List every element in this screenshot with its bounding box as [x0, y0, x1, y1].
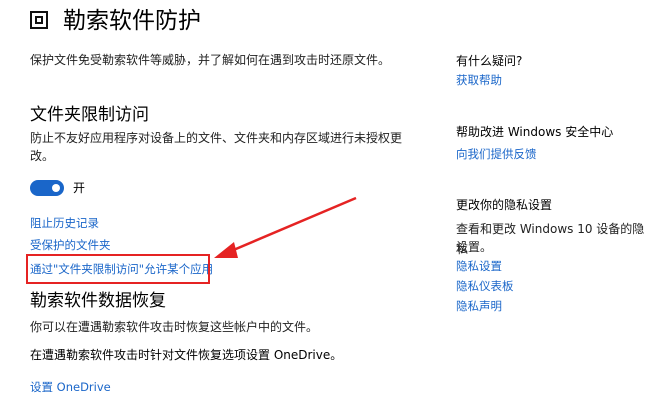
- ransomware-protection-icon: [30, 11, 48, 29]
- improve-section-title: 帮助改进 Windows 安全中心: [456, 125, 614, 139]
- privacy-text-line2: 设置。: [456, 240, 493, 254]
- cfa-heading: 文件夹限制访问: [30, 105, 149, 125]
- recovery-heading: 勒索软件数据恢复: [30, 291, 166, 311]
- give-feedback-link[interactable]: 向我们提供反馈: [456, 145, 537, 163]
- get-help-link[interactable]: 获取帮助: [456, 71, 502, 89]
- page-title: 勒索软件防护: [63, 8, 201, 34]
- block-history-link[interactable]: 阻止历史记录: [30, 214, 99, 232]
- arrow-head: [214, 242, 238, 258]
- help-section-title: 有什么疑问?: [456, 54, 523, 68]
- privacy-section-title: 更改你的隐私设置: [456, 198, 553, 212]
- cfa-description-line1: 防止不友好应用程序对设备上的文件、文件夹和内存区域进行未授权更: [30, 131, 403, 145]
- recovery-description: 你可以在遭遇勒索软件攻击时恢复这些帐户中的文件。: [30, 320, 319, 334]
- cfa-description-line2: 改。: [30, 149, 55, 163]
- privacy-dashboard-link[interactable]: 隐私仪表板: [456, 277, 514, 295]
- cfa-toggle-label: 开: [73, 181, 86, 195]
- highlight-box: [26, 254, 210, 284]
- arrow-shaft: [223, 196, 357, 256]
- privacy-statement-link[interactable]: 隐私声明: [456, 297, 502, 315]
- onedrive-setup-text: 在遭遇勒索软件攻击时针对文件恢复选项设置 OneDrive。: [30, 348, 343, 362]
- privacy-settings-link[interactable]: 隐私设置: [456, 257, 502, 275]
- setup-onedrive-link[interactable]: 设置 OneDrive: [30, 378, 111, 396]
- toggle-knob: [52, 184, 60, 192]
- cfa-toggle-switch[interactable]: [30, 180, 64, 196]
- annotation-arrow: [214, 196, 357, 258]
- page-description: 保护文件免受勒索软件等威胁，并了解如何在遇到攻击时还原文件。: [30, 53, 391, 67]
- protected-folders-link[interactable]: 受保护的文件夹: [30, 236, 111, 254]
